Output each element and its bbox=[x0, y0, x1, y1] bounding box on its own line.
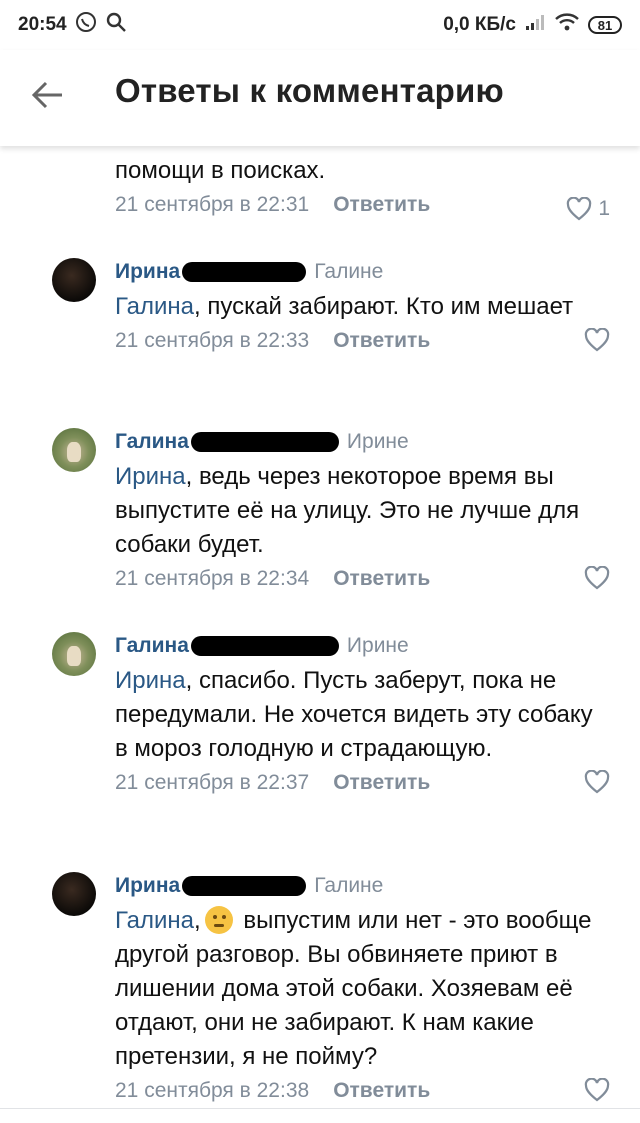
comment-footer: 21 сентября в 22:31 Ответить 1 bbox=[115, 188, 610, 222]
comment-footer: 21 сентября в 22:34 Ответить bbox=[115, 562, 610, 596]
like-count: 1 bbox=[598, 197, 610, 220]
reply-button[interactable]: Ответить bbox=[333, 188, 430, 222]
comment-date: 21 сентября в 22:33 bbox=[115, 329, 310, 352]
reply-button[interactable]: Ответить bbox=[333, 1079, 430, 1103]
mention-link[interactable]: Ирина bbox=[115, 463, 186, 490]
redacted-surname bbox=[190, 432, 339, 452]
comment-author[interactable]: Галина bbox=[115, 428, 189, 456]
comment-author[interactable]: Ирина bbox=[115, 258, 180, 286]
heart-icon bbox=[584, 1078, 610, 1102]
like-button[interactable] bbox=[584, 566, 610, 590]
reply-to[interactable]: Галине bbox=[314, 258, 383, 286]
divider bbox=[0, 1108, 640, 1109]
comment-date: 21 сентября в 22:37 bbox=[115, 771, 310, 794]
reply-button[interactable]: Ответить bbox=[333, 567, 430, 591]
whatsapp-icon bbox=[75, 11, 97, 39]
thinking-face-icon bbox=[204, 906, 233, 934]
comment-author[interactable]: Галина bbox=[115, 632, 189, 660]
search-icon bbox=[105, 11, 127, 39]
avatar[interactable] bbox=[52, 632, 96, 676]
redacted-surname bbox=[190, 636, 339, 656]
like-button[interactable] bbox=[584, 770, 610, 794]
mention-link[interactable]: Ирина bbox=[115, 667, 186, 694]
avatar[interactable] bbox=[52, 428, 96, 472]
reply-to[interactable]: Галине bbox=[314, 872, 383, 900]
comment-footer: 21 сентября в 22:38 Ответить bbox=[115, 1074, 610, 1108]
net-speed: 0,0 КБ/с bbox=[443, 14, 516, 35]
comment-date: 21 сентября в 22:38 bbox=[115, 1079, 310, 1102]
heart-icon bbox=[584, 770, 610, 794]
comment-text: Ирина, спасибо. Пусть заберут, пока не п… bbox=[115, 667, 593, 762]
heart-icon bbox=[567, 197, 592, 221]
like-button[interactable] bbox=[584, 1078, 610, 1102]
comment-date: 21 сентября в 22:31 bbox=[115, 193, 310, 216]
redacted-surname bbox=[182, 262, 307, 282]
comment-text: Галина, выпустим или нет - это вообще др… bbox=[115, 906, 592, 1070]
comment-date: 21 сентября в 22:34 bbox=[115, 567, 310, 590]
mention-link[interactable]: Галина bbox=[115, 907, 194, 934]
wifi-icon bbox=[554, 12, 580, 38]
status-bar: 20:54 0,0 КБ/с 81 bbox=[0, 0, 640, 50]
page-title: Ответы к комментарию bbox=[115, 72, 504, 109]
heart-icon bbox=[584, 328, 610, 352]
arrow-left-icon bbox=[31, 81, 62, 109]
reply-button[interactable]: Ответить bbox=[333, 329, 430, 353]
like-button[interactable]: 1 bbox=[566, 192, 610, 226]
like-button[interactable] bbox=[584, 328, 610, 352]
comment-text: Галина, пускай забирают. Кто им мешает bbox=[115, 293, 574, 320]
reply-to[interactable]: Ирине bbox=[347, 632, 409, 660]
clock: 20:54 bbox=[18, 14, 67, 35]
partial-comment: помощи в поисках. 21 сентября в 22:31 От… bbox=[115, 154, 610, 222]
comment-footer: 21 сентября в 22:33 Ответить bbox=[115, 324, 610, 358]
avatar[interactable] bbox=[52, 258, 96, 302]
battery-icon: 81 bbox=[588, 16, 622, 34]
avatar[interactable] bbox=[52, 872, 96, 916]
comment-author[interactable]: Ирина bbox=[115, 872, 180, 900]
comment-footer: 21 сентября в 22:37 Ответить bbox=[115, 766, 610, 800]
app-header: Ответы к комментарию bbox=[0, 50, 640, 146]
reply-to[interactable]: Ирине bbox=[347, 428, 409, 456]
comment-text: Ирина, ведь через некоторое время вы вып… bbox=[115, 463, 580, 558]
redacted-surname bbox=[182, 876, 307, 896]
signal-icon bbox=[524, 13, 546, 37]
reply-button[interactable]: Ответить bbox=[333, 771, 430, 795]
back-button[interactable] bbox=[30, 80, 70, 110]
heart-icon bbox=[584, 566, 610, 590]
mention-link[interactable]: Галина bbox=[115, 293, 194, 320]
comment-text: помощи в поисках. bbox=[115, 157, 326, 184]
